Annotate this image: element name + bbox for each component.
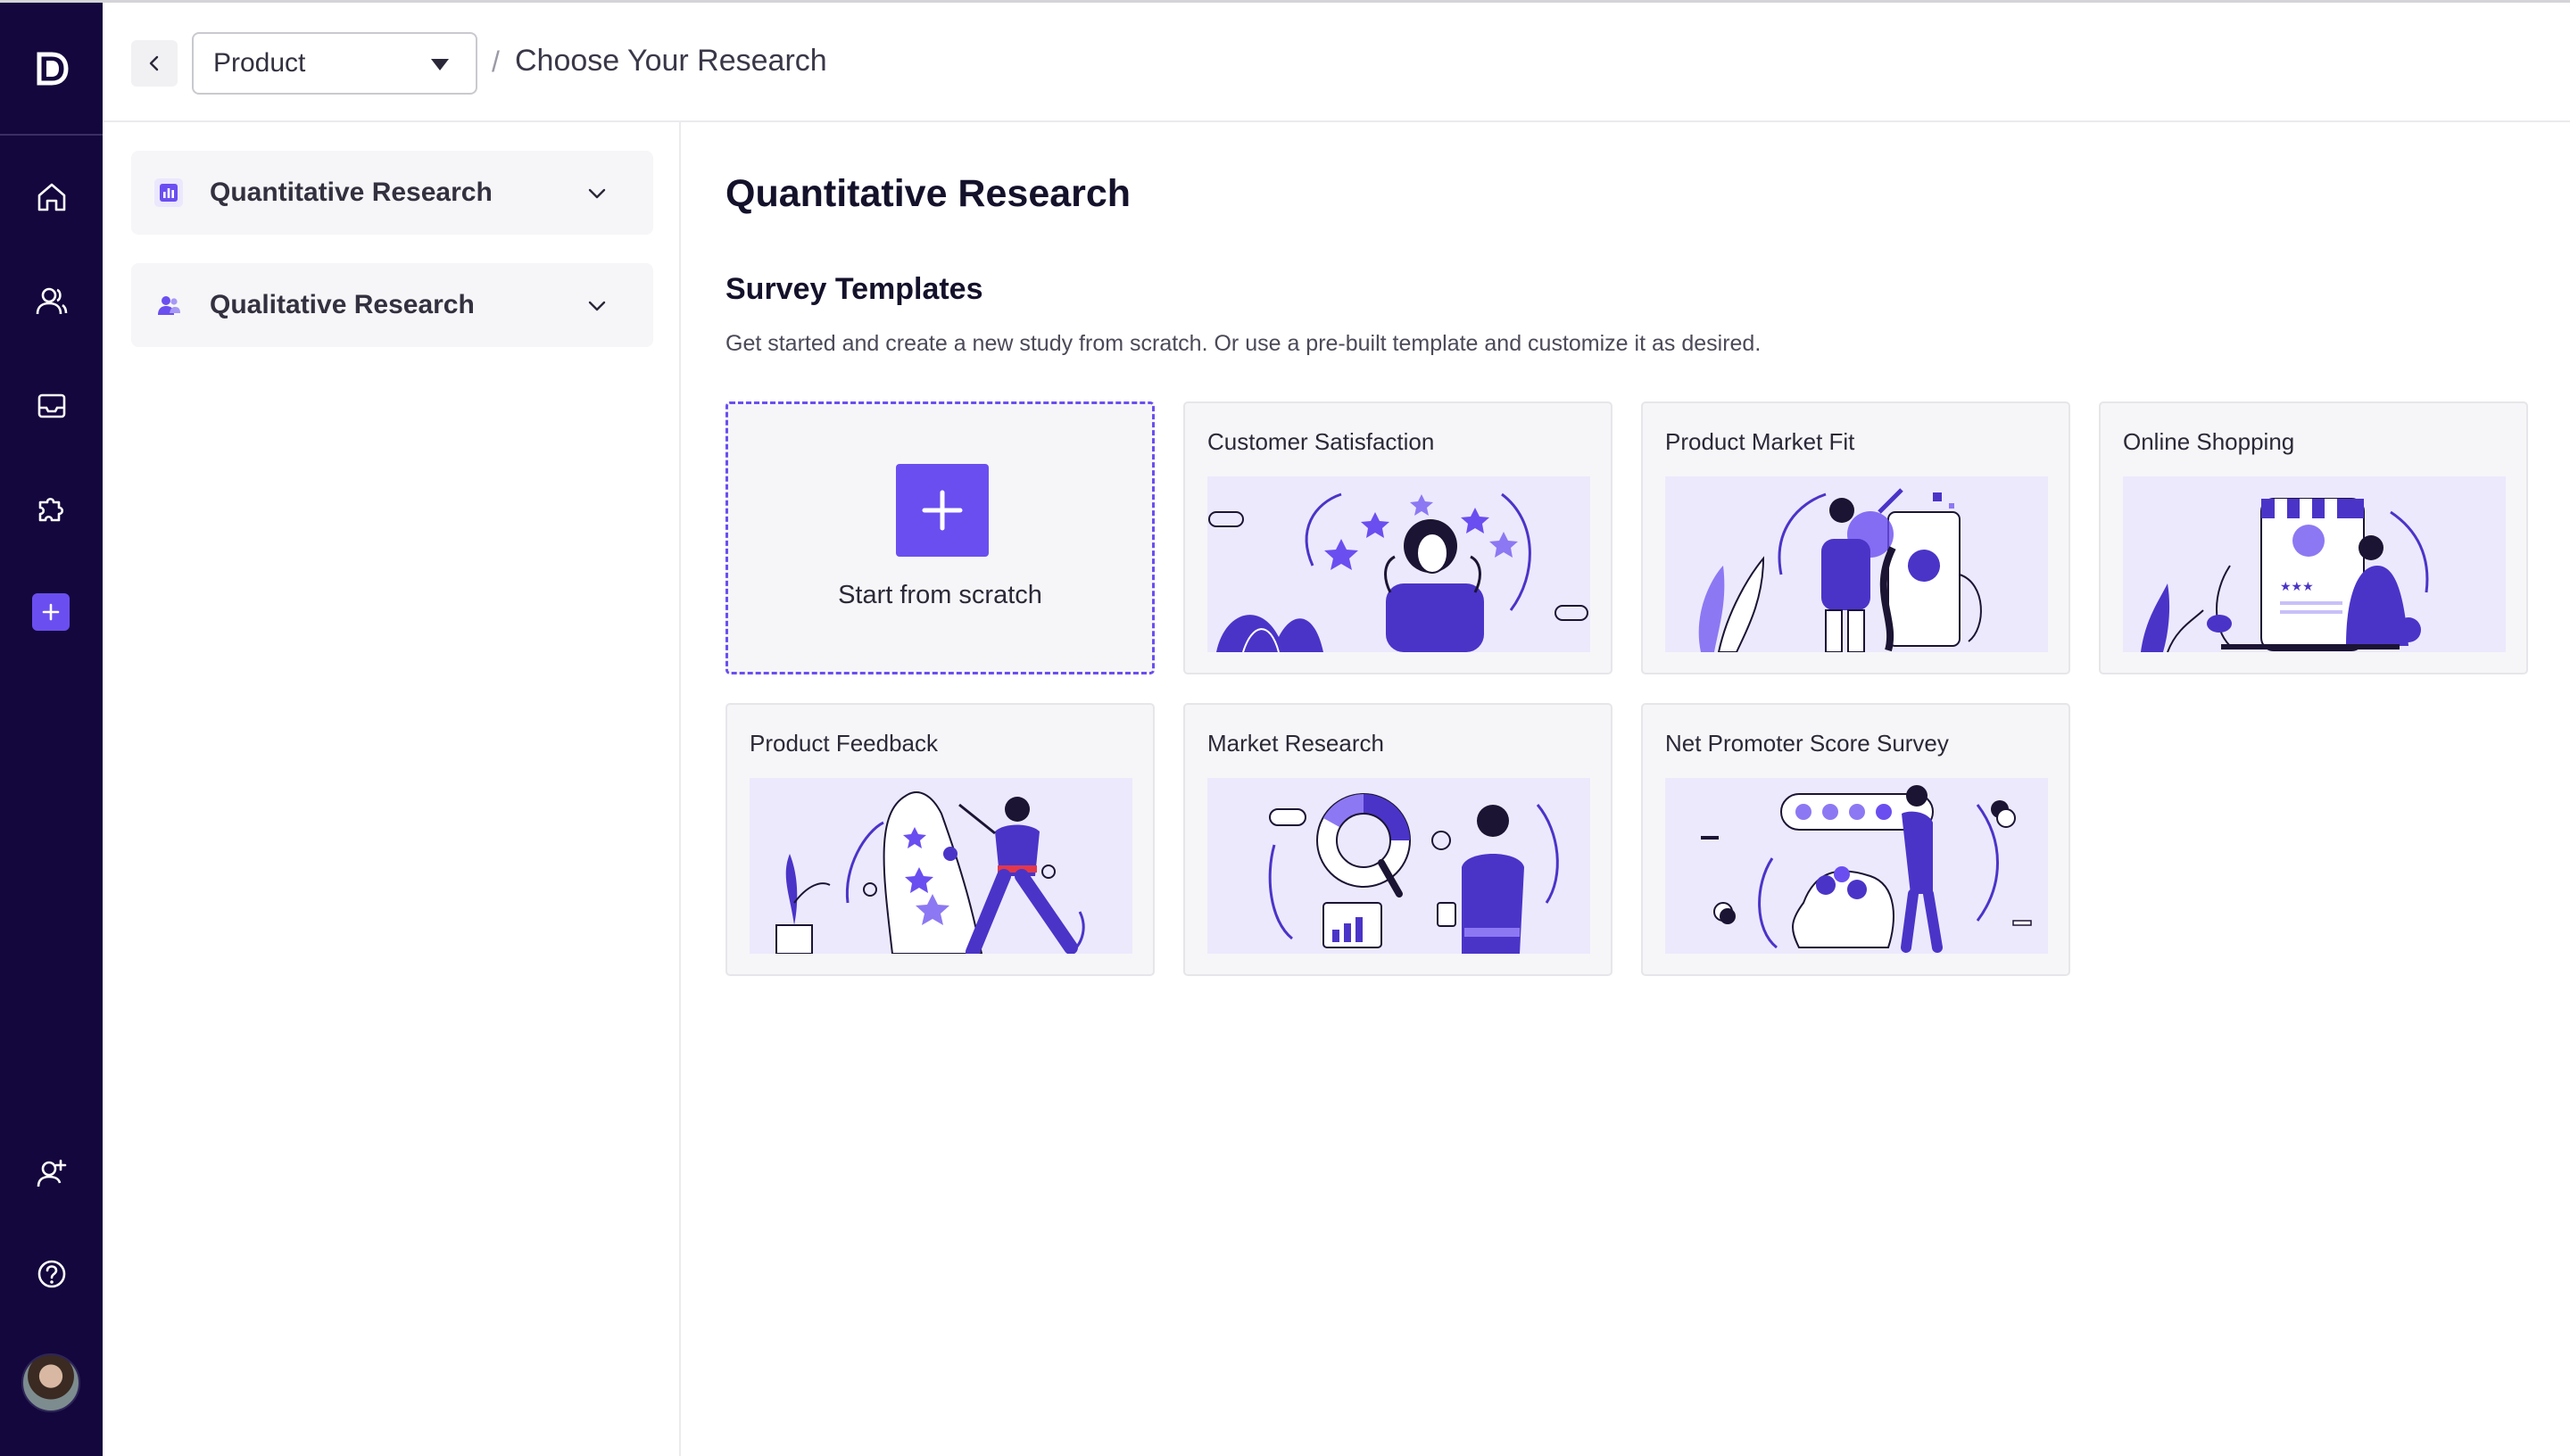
rail-inbox-button[interactable] [0, 368, 103, 443]
svg-text:★★★: ★★★ [2280, 580, 2314, 594]
template-card-product-feedback[interactable]: Product Feedback [725, 703, 1155, 976]
chevron-down-icon [588, 301, 606, 311]
online-shopping-illustration: ★★★ [2123, 476, 2506, 652]
plus-icon [42, 603, 60, 621]
template-card-title: Net Promoter Score Survey [1665, 730, 1949, 757]
rail-home-button[interactable] [0, 160, 103, 235]
template-card-market-research[interactable]: Market Research [1183, 703, 1612, 976]
net-promoter-score-illustration [1665, 778, 2048, 954]
bar-chart-icon [154, 178, 183, 207]
left-rail [0, 3, 103, 1456]
survey-templates-heading: Survey Templates [725, 272, 983, 306]
plus-icon [896, 464, 989, 557]
back-button[interactable] [131, 40, 178, 87]
product-market-fit-illustration [1665, 476, 2048, 652]
inbox-icon [37, 393, 65, 418]
template-card-product-market-fit[interactable]: Product Market Fit [1641, 401, 2070, 674]
user-avatar[interactable] [21, 1353, 80, 1412]
app-root: Product / Choose Your Research Quantitat… [0, 0, 2570, 1456]
rail-create-button[interactable] [32, 593, 70, 631]
start-from-scratch-label: Start from scratch [838, 581, 1042, 609]
workspace-select[interactable]: Product [192, 32, 477, 95]
chevron-down-icon [588, 188, 606, 199]
workspace-select-value: Product [213, 48, 306, 78]
rail-help-button[interactable] [0, 1237, 103, 1311]
template-card-online-shopping[interactable]: Online Shopping ★★★ [2099, 401, 2528, 674]
breadcrumb-separator: / [492, 46, 500, 78]
template-card-title: Product Feedback [750, 730, 939, 757]
rail-integrations-button[interactable] [0, 472, 103, 547]
survey-templates-description: Get started and create a new study from … [725, 331, 1762, 356]
top-bar: Product / Choose Your Research [103, 3, 2570, 122]
chevron-left-icon [149, 55, 159, 71]
caret-down-icon [431, 59, 449, 70]
nav-item-quantitative[interactable]: Quantitative Research [131, 151, 653, 235]
template-card-title: Online Shopping [2123, 428, 2295, 455]
user-plus-icon [37, 1159, 66, 1187]
users-icon [36, 287, 67, 315]
customer-satisfaction-illustration [1207, 476, 1590, 652]
section-heading: Quantitative Research [725, 172, 1132, 215]
template-card-title: Customer Satisfaction [1207, 428, 1435, 455]
logo-icon [37, 52, 69, 85]
template-card-net-promoter-score-survey[interactable]: Net Promoter Score Survey [1641, 703, 2070, 976]
puzzle-icon [38, 497, 63, 522]
nav-item-label: Qualitative Research [210, 290, 475, 319]
research-type-nav: Quantitative Research Qualitative Resear… [103, 122, 681, 1456]
nav-item-label: Quantitative Research [210, 178, 493, 207]
product-feedback-illustration [750, 778, 1132, 954]
help-icon [37, 1260, 65, 1288]
template-card-title: Product Market Fit [1665, 428, 1855, 455]
nav-item-qualitative[interactable]: Qualitative Research [131, 263, 653, 347]
app-logo[interactable] [0, 3, 103, 136]
template-card-title: Market Research [1207, 730, 1384, 757]
home-icon [37, 183, 65, 211]
market-research-illustration [1207, 778, 1590, 954]
start-from-scratch-card[interactable]: Start from scratch [725, 401, 1155, 674]
template-card-customer-satisfaction[interactable]: Customer Satisfaction [1183, 401, 1612, 674]
rail-invite-button[interactable] [0, 1136, 103, 1211]
users-icon [154, 291, 183, 319]
rail-people-button[interactable] [0, 264, 103, 339]
page-title: Choose Your Research [515, 44, 827, 78]
